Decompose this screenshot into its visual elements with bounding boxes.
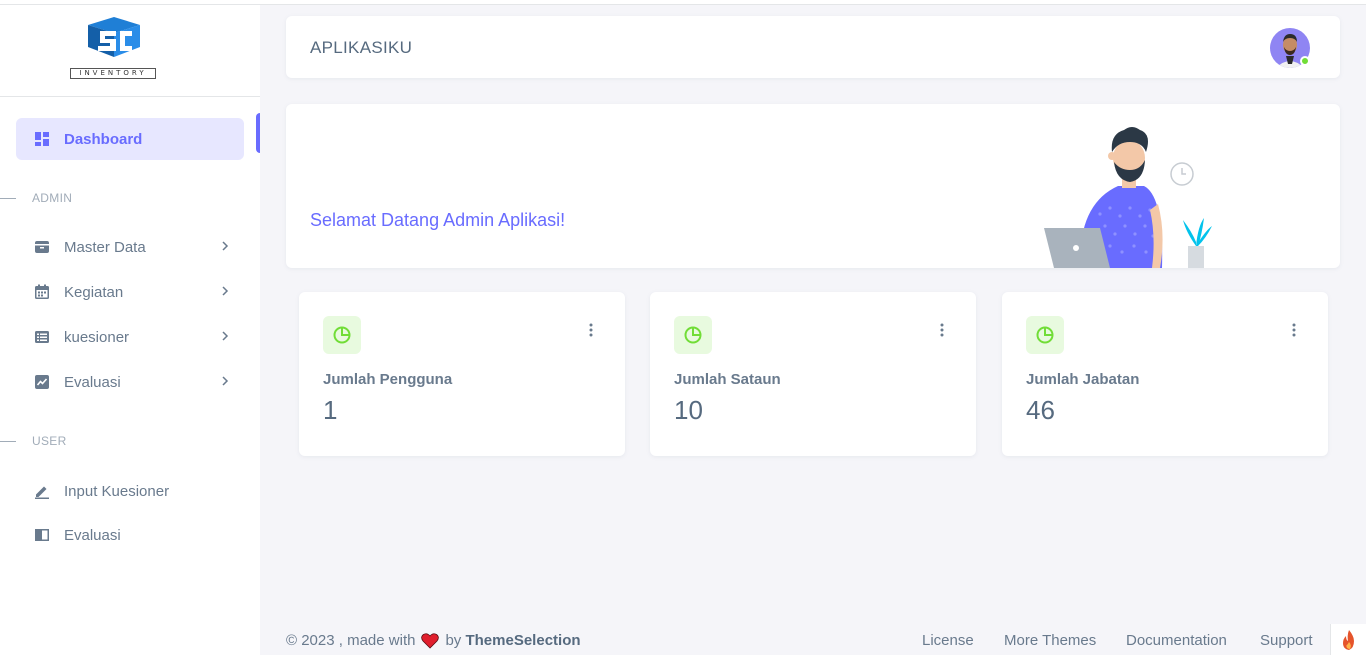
brand[interactable]: INVENTORY — [0, 5, 260, 97]
list-icon — [34, 329, 50, 345]
app-title: APLIKASIKU — [310, 38, 413, 57]
sidebar-item-label: Input Kuesioner — [64, 482, 170, 500]
welcome-title: Selamat Datang Admin Aplikasi! — [310, 210, 566, 230]
stat-value: 46 — [1026, 395, 1055, 425]
sidebar-item-evaluasi-admin[interactable]: Evaluasi — [16, 361, 244, 403]
sidebar-item-label: Dashboard — [64, 130, 143, 148]
sidebar-item-master-data[interactable]: Master Data — [16, 226, 244, 268]
active-indicator — [256, 113, 260, 153]
chevron-right-icon — [222, 241, 229, 251]
footer-link-license[interactable]: License — [922, 632, 974, 649]
pencil-icon — [34, 483, 50, 499]
archive-icon — [34, 239, 50, 255]
pie-chart-icon — [323, 316, 361, 354]
brand-text: INVENTORY — [70, 68, 156, 79]
more-vertical-icon[interactable] — [1290, 322, 1298, 338]
stat-value: 10 — [674, 395, 703, 425]
sidebar-item-input-kuesioner[interactable]: Input Kuesioner — [16, 470, 244, 512]
footer-link-support[interactable]: Support — [1260, 632, 1313, 649]
stat-label: Jumlah Jabatan — [1026, 371, 1140, 388]
chevron-right-icon — [222, 286, 229, 296]
stat-label: Jumlah Pengguna — [323, 371, 453, 388]
chevron-right-icon — [222, 376, 229, 386]
book-icon — [34, 527, 50, 543]
sidebar-item-label: Kegiatan — [64, 283, 124, 301]
brand-logo-icon — [88, 17, 140, 57]
sidebar-item-label: kuesioner — [64, 328, 130, 346]
calendar-icon — [34, 284, 50, 300]
sidebar-item-dashboard[interactable]: Dashboard — [16, 118, 244, 160]
online-status-dot — [1300, 56, 1310, 66]
flame-icon[interactable] — [1330, 624, 1366, 655]
sidebar-item-label: Master Data — [64, 238, 146, 256]
menu-header-admin: ADMIN — [0, 191, 260, 205]
sidebar-item-evaluasi-user[interactable]: Evaluasi — [16, 514, 244, 556]
stat-card-pengguna: Jumlah Pengguna 1 — [299, 292, 625, 456]
chart-icon — [34, 374, 50, 390]
sidebar-item-kuesioner[interactable]: kuesioner — [16, 316, 244, 358]
stat-card-sataun: Jumlah Sataun 10 — [650, 292, 976, 456]
top-navbar: APLIKASIKU — [286, 16, 1340, 78]
pie-chart-icon — [674, 316, 712, 354]
heart-icon — [421, 632, 440, 649]
footer-link-more-themes[interactable]: More Themes — [1004, 632, 1096, 649]
footer-link-documentation[interactable]: Documentation — [1126, 632, 1227, 649]
more-vertical-icon[interactable] — [938, 322, 946, 338]
dashboard-icon — [34, 131, 50, 147]
stat-card-jabatan: Jumlah Jabatan 46 — [1002, 292, 1328, 456]
avatar[interactable] — [1270, 28, 1310, 68]
footer-brand-link[interactable]: ThemeSelection — [465, 632, 580, 649]
sidebar-item-kegiatan[interactable]: Kegiatan — [16, 271, 244, 313]
sidebar-item-label: Evaluasi — [64, 373, 121, 391]
menu-header-user: USER — [0, 434, 260, 448]
stat-value: 1 — [323, 395, 338, 425]
welcome-card: Selamat Datang Admin Aplikasi! — [286, 104, 1340, 268]
footer-copyright: © 2023 , made with by ThemeSelection — [286, 632, 581, 649]
more-vertical-icon[interactable] — [587, 322, 595, 338]
man-with-laptop-illustration-icon — [1044, 127, 1212, 268]
pie-chart-icon — [1026, 316, 1064, 354]
stat-label: Jumlah Sataun — [674, 371, 781, 388]
sidebar: INVENTORY Dashboard ADMIN Master Data Ke… — [0, 5, 260, 655]
chevron-right-icon — [222, 331, 229, 341]
sidebar-item-label: Evaluasi — [64, 526, 121, 544]
